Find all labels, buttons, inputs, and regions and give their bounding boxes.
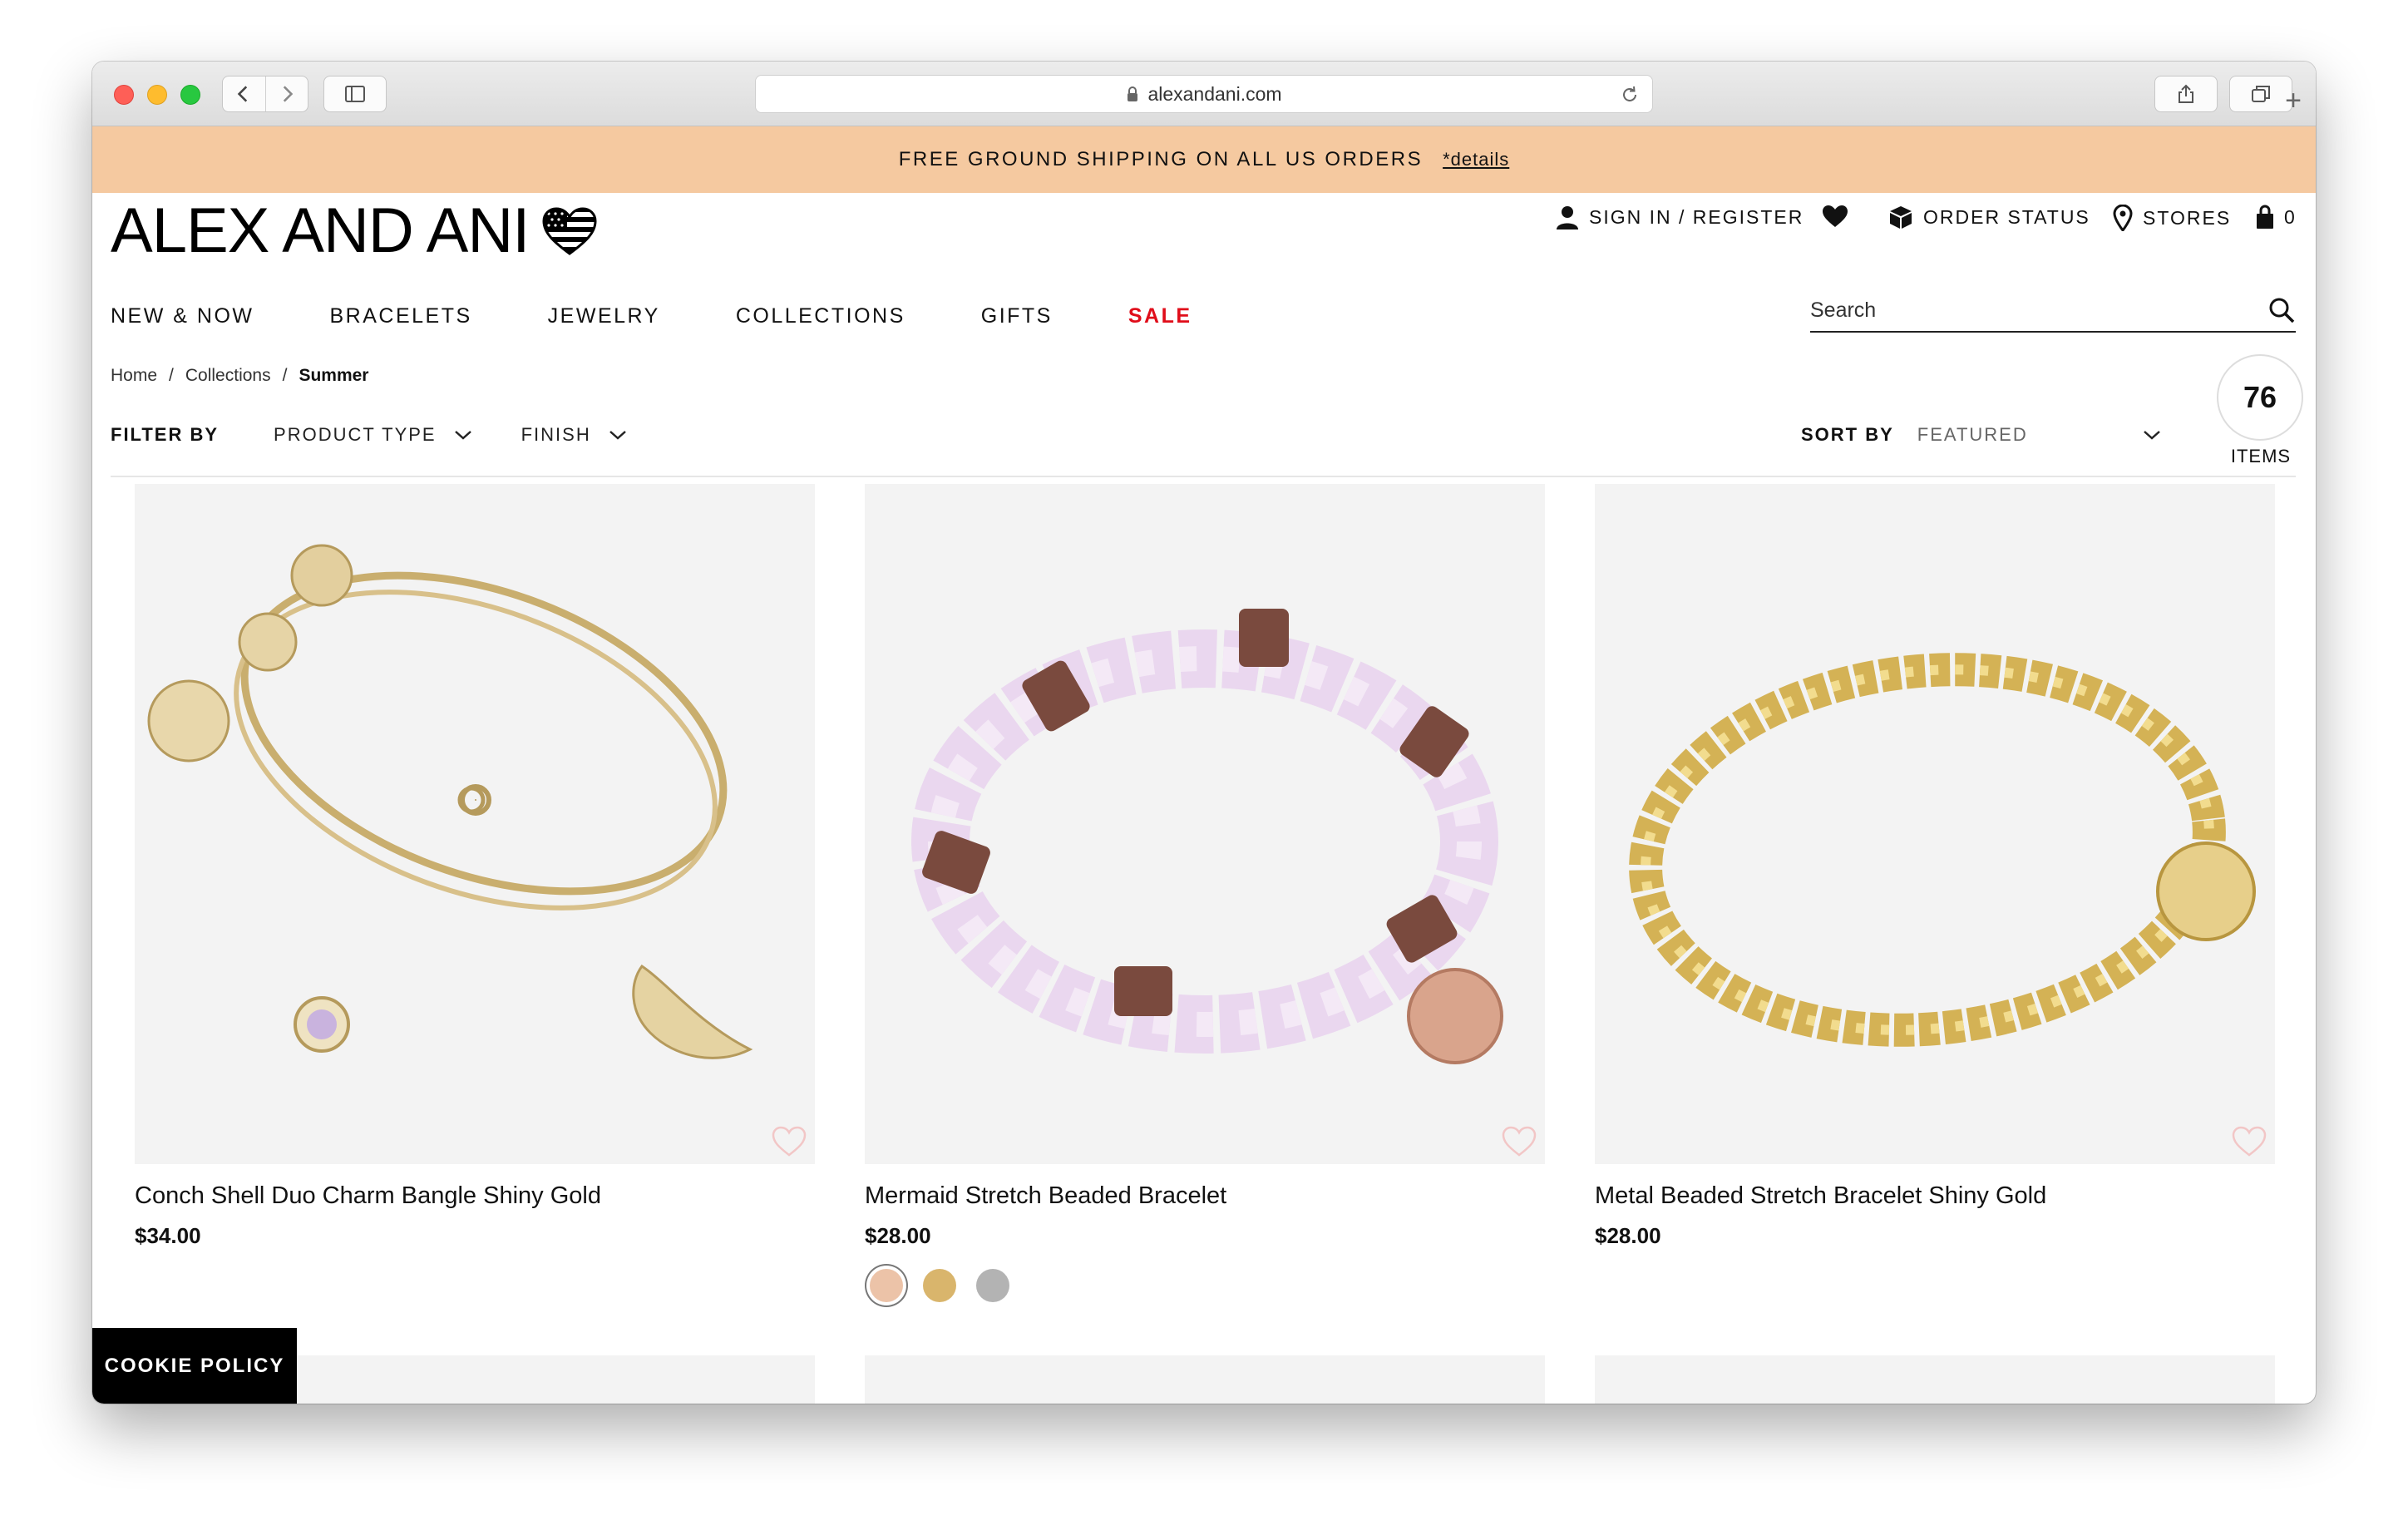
product-name[interactable]: Metal Beaded Stretch Bracelet Shiny Gold	[1595, 1182, 2275, 1210]
order-status-link[interactable]: ORDER STATUS	[1888, 205, 2090, 229]
breadcrumb: Home / Collections / Summer	[111, 366, 368, 386]
sidebar-icon	[345, 86, 365, 102]
zoom-window-button[interactable]	[180, 85, 200, 105]
sign-in-link[interactable]: SIGN IN / REGISTER	[1556, 205, 1804, 229]
finish-label: FINISH	[521, 424, 591, 445]
cookie-policy-button[interactable]: COOKIE POLICY	[92, 1328, 297, 1404]
product-image[interactable]	[135, 484, 815, 1164]
product-card[interactable]: Mermaid Stretch Beaded Bracelet $28.00	[865, 484, 1545, 1302]
url-text: alexandani.com	[1147, 82, 1282, 105]
product-price: $34.00	[135, 1223, 201, 1248]
logo-text: ALEX AND ANI	[111, 195, 530, 266]
lock-icon	[1128, 86, 1138, 101]
swatch-silver[interactable]	[976, 1269, 1009, 1302]
metal-beaded-bracelet-image	[1629, 653, 2256, 1047]
sort-select[interactable]: FEATURED	[1917, 424, 2142, 446]
results-count-label: ITEMS	[2230, 446, 2292, 466]
sidebar-toggle-button[interactable]	[323, 76, 387, 112]
shopping-bag-link[interactable]: 0	[2256, 205, 2297, 229]
promo-banner: FREE GROUND SHIPPING ON ALL US ORDERS *d…	[92, 126, 2316, 193]
breadcrumb-separator: /	[282, 366, 288, 385]
swatch-rose-gold[interactable]	[870, 1269, 903, 1302]
user-icon	[1557, 206, 1578, 229]
product-card[interactable]: Metal Beaded Stretch Bracelet Shiny Gold…	[1595, 484, 2275, 1249]
product-name[interactable]: Conch Shell Duo Charm Bangle Shiny Gold	[135, 1182, 815, 1210]
share-icon	[2179, 84, 2193, 103]
box-icon	[1890, 206, 1912, 229]
nav-bracelets[interactable]: BRACELETS	[330, 304, 472, 328]
chevron-down-icon	[454, 431, 471, 440]
breadcrumb-home[interactable]: Home	[111, 366, 157, 386]
forward-icon	[283, 86, 294, 102]
bangle-image	[147, 544, 753, 1059]
new-tab-button[interactable]: +	[2271, 75, 2316, 126]
product-card-next-row[interactable]	[865, 1355, 1545, 1404]
wishlist-heart-icon[interactable]	[1502, 1126, 1537, 1157]
address-bar[interactable]: alexandani.com	[755, 75, 1653, 113]
heart-icon	[1823, 205, 1848, 227]
product-card-next-row[interactable]	[1595, 1355, 2275, 1404]
promo-text: FREE GROUND SHIPPING ON ALL US ORDERS	[898, 148, 1424, 170]
back-button[interactable]	[223, 76, 265, 111]
history-nav	[222, 76, 308, 112]
bag-count: 0	[2284, 205, 2297, 228]
product-type-label: PRODUCT TYPE	[274, 424, 437, 445]
product-card[interactable]: Conch Shell Duo Charm Bangle Shiny Gold …	[135, 484, 815, 1249]
filter-bar: FILTER BY PRODUCT TYPE FINISH	[111, 424, 676, 446]
chevron-down-icon[interactable]	[2142, 428, 2162, 442]
filter-by-label: FILTER BY	[111, 424, 220, 445]
sort-bar: SORT BY FEATURED	[1801, 424, 2162, 446]
promo-details-link[interactable]: *details	[1443, 149, 1509, 170]
forward-button[interactable]	[264, 76, 308, 111]
sort-by-label: SORT BY	[1801, 424, 1894, 445]
tabs-icon	[2252, 86, 2270, 102]
site-search	[1810, 289, 2296, 333]
stores-link[interactable]: STORES	[2113, 205, 2231, 231]
reload-icon[interactable]	[1619, 84, 1641, 106]
share-button[interactable]	[2154, 76, 2218, 112]
color-swatches	[865, 1269, 1545, 1302]
nav-jewelry[interactable]: JEWELRY	[548, 304, 660, 328]
sign-in-label: SIGN IN / REGISTER	[1589, 205, 1804, 228]
location-pin-icon	[2113, 205, 2133, 231]
beaded-bracelet-image	[911, 609, 1503, 1064]
swatch-gold[interactable]	[923, 1269, 956, 1302]
search-icon[interactable]	[2267, 296, 2296, 324]
product-price: $28.00	[865, 1223, 931, 1248]
nav-collections[interactable]: COLLECTIONS	[736, 304, 905, 328]
divider	[111, 476, 2296, 477]
breadcrumb-separator: /	[169, 366, 174, 385]
nav-sale[interactable]: SALE	[1128, 304, 1192, 328]
flag-heart-icon	[542, 207, 597, 255]
back-icon	[237, 86, 248, 102]
bag-icon	[2257, 205, 2273, 229]
stores-label: STORES	[2143, 206, 2232, 229]
nav-gifts[interactable]: GIFTS	[981, 304, 1053, 328]
finish-filter[interactable]: FINISH	[521, 424, 628, 446]
nav-new-and-now[interactable]: NEW & NOW	[111, 304, 254, 328]
site-logo[interactable]: ALEX AND ANI	[111, 200, 597, 263]
results-count-badge: 76	[2217, 354, 2303, 441]
product-type-filter[interactable]: PRODUCT TYPE	[274, 424, 473, 446]
browser-toolbar: alexandani.com +	[92, 62, 2316, 126]
wishlist-link[interactable]	[1822, 205, 1858, 228]
search-input[interactable]	[1810, 298, 2226, 323]
chevron-down-icon	[609, 431, 626, 440]
main-navigation: NEW & NOW BRACELETS JEWELRY COLLECTIONS …	[111, 304, 1268, 328]
order-status-label: ORDER STATUS	[1923, 205, 2090, 228]
product-price: $28.00	[1595, 1223, 1661, 1248]
wishlist-heart-icon[interactable]	[772, 1126, 807, 1157]
minimize-window-button[interactable]	[147, 85, 167, 105]
browser-window: alexandani.com + FREE GROUND SHIPPING ON…	[92, 62, 2316, 1404]
breadcrumb-collections[interactable]: Collections	[185, 366, 271, 386]
product-name[interactable]: Mermaid Stretch Beaded Bracelet	[865, 1182, 1545, 1210]
breadcrumb-current: Summer	[299, 366, 369, 385]
close-window-button[interactable]	[114, 85, 134, 105]
product-image[interactable]	[1595, 484, 2275, 1164]
product-image[interactable]	[865, 484, 1545, 1164]
wishlist-heart-icon[interactable]	[2232, 1126, 2267, 1157]
